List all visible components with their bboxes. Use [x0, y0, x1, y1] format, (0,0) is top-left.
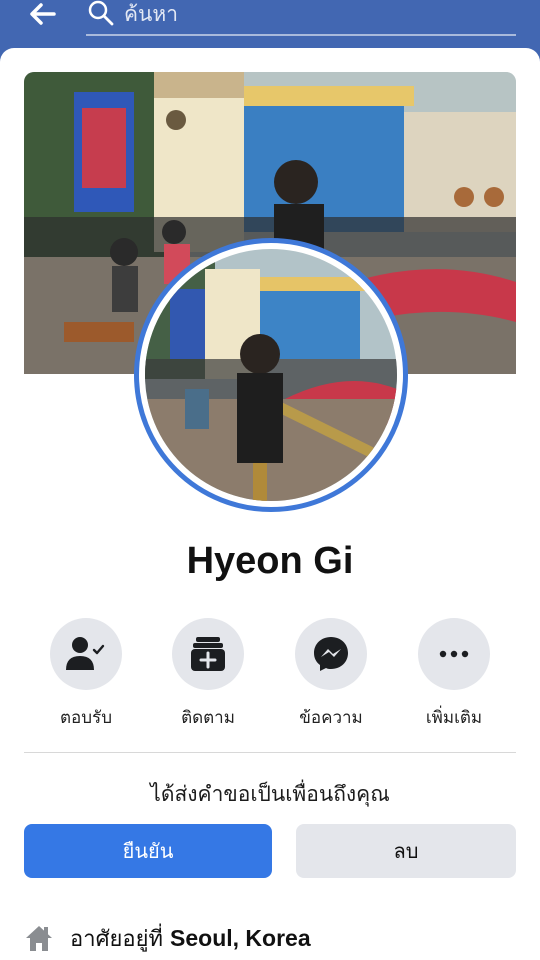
- message-action[interactable]: ข้อความ: [276, 618, 386, 731]
- lives-in-text: อาศัยอยู่ที่ Seoul, Korea: [70, 921, 311, 956]
- home-icon: [26, 926, 52, 951]
- more-dots-icon: [439, 650, 469, 658]
- message-button[interactable]: [295, 618, 367, 690]
- lives-in-prefix: อาศัยอยู่ที่: [70, 926, 164, 952]
- person-check-icon: [66, 637, 105, 670]
- more-action[interactable]: เพิ่มเติม: [399, 618, 509, 731]
- more-button[interactable]: [418, 618, 490, 690]
- profile-picture[interactable]: [134, 238, 408, 512]
- lives-in-row: อาศัยอยู่ที่ Seoul, Korea: [24, 916, 311, 960]
- delete-button[interactable]: ลบ: [296, 824, 516, 878]
- friend-request-text: ได้ส่งคำขอเป็นเพื่อนถึงคุณ: [150, 782, 390, 806]
- follow-label: ติดตาม: [181, 708, 235, 728]
- follow-button[interactable]: [172, 618, 244, 690]
- back-button[interactable]: [22, 0, 62, 28]
- divider: [24, 752, 516, 753]
- accept-action[interactable]: ตอบรับ: [31, 618, 141, 731]
- message-label: ข้อความ: [299, 708, 363, 728]
- search-icon: [88, 0, 114, 26]
- accept-button[interactable]: [50, 618, 122, 690]
- profile-picture-image: [145, 249, 397, 501]
- follow-add-icon: [191, 637, 225, 671]
- search-input[interactable]: ค้นหา: [86, 0, 516, 36]
- search-placeholder: ค้นหา: [124, 2, 179, 26]
- back-arrow-icon: [30, 3, 56, 25]
- lives-in-place[interactable]: Seoul, Korea: [170, 925, 311, 951]
- top-bar: ค้นหา: [0, 0, 540, 48]
- profile-name: Hyeon Gi: [186, 540, 354, 582]
- more-label: เพิ่มเติม: [425, 708, 483, 728]
- accept-label: ตอบรับ: [60, 708, 112, 728]
- confirm-button[interactable]: ยืนยัน: [24, 824, 272, 878]
- messenger-icon: [314, 637, 348, 671]
- follow-action[interactable]: ติดตาม: [153, 618, 263, 731]
